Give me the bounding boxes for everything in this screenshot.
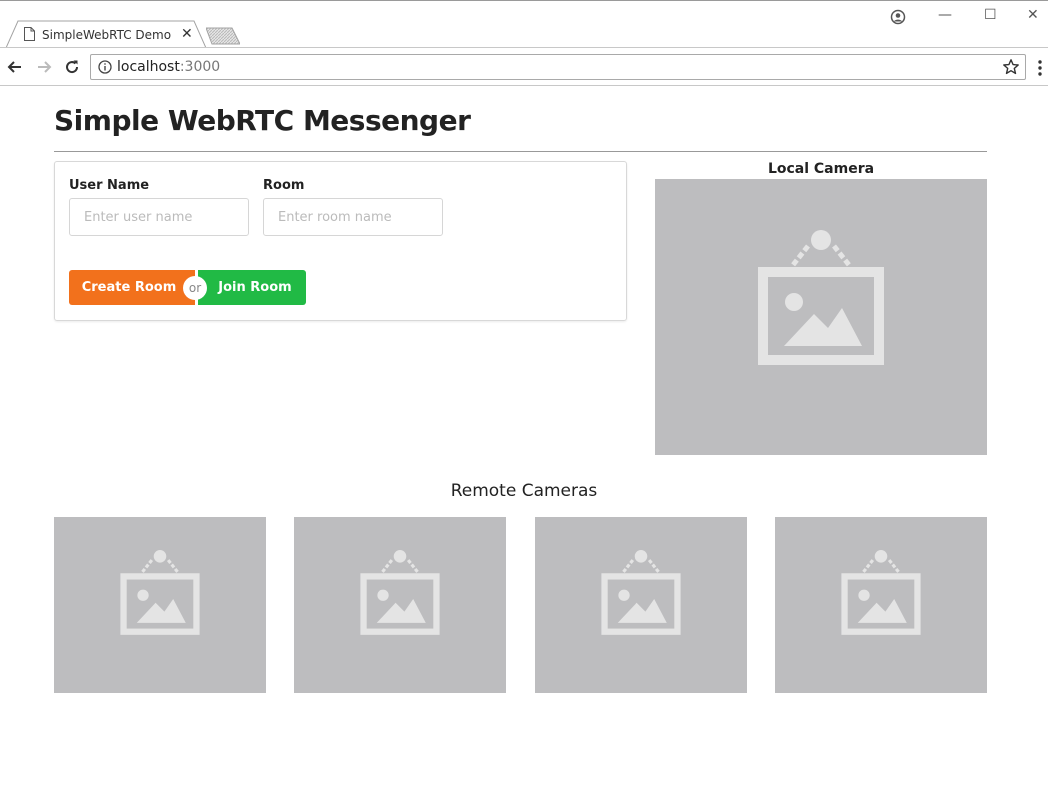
close-window-button[interactable]: ✕ <box>1027 7 1039 23</box>
page-title: Simple WebRTC Messenger <box>54 104 471 137</box>
page-content: Simple WebRTC Messenger User Name Room C… <box>0 86 1048 795</box>
star-icon[interactable] <box>1002 58 1020 76</box>
tab-close-icon[interactable]: ✕ <box>181 26 193 42</box>
username-label: User Name <box>69 178 150 193</box>
remote-camera-video <box>775 517 987 693</box>
room-input[interactable] <box>263 198 443 236</box>
maximize-button[interactable]: ☐ <box>984 7 997 23</box>
url-host: localhost <box>117 59 180 75</box>
image-placeholder-icon <box>120 550 200 635</box>
new-tab-button[interactable] <box>206 27 240 45</box>
image-placeholder-icon <box>601 550 681 635</box>
image-placeholder-icon <box>758 230 884 365</box>
image-placeholder-icon <box>841 550 921 635</box>
local-camera-video <box>655 179 987 455</box>
create-room-button[interactable]: Create Room <box>69 270 195 305</box>
tab-title: SimpleWebRTC Demo <box>42 28 172 42</box>
remote-camera-video <box>294 517 506 693</box>
remote-cameras-heading: Remote Cameras <box>450 481 598 501</box>
back-arrow-icon[interactable] <box>6 58 24 76</box>
remote-camera-video <box>535 517 747 693</box>
url-text: localhost:3000 <box>117 59 220 75</box>
join-room-button[interactable]: Join Room <box>198 270 306 305</box>
url-port: :3000 <box>179 59 221 75</box>
image-placeholder-icon <box>360 550 440 635</box>
header-divider <box>54 151 987 152</box>
document-icon <box>24 27 35 41</box>
reload-icon[interactable] <box>63 58 81 76</box>
local-camera-heading: Local Camera <box>767 161 875 177</box>
profile-icon[interactable] <box>890 9 906 25</box>
username-input[interactable] <box>69 198 249 236</box>
room-form: User Name Room Create Room Join Room or <box>54 161 627 321</box>
info-icon[interactable] <box>98 60 112 74</box>
forward-arrow-icon[interactable] <box>35 58 53 76</box>
remote-camera-video <box>54 517 266 693</box>
kebab-menu-icon[interactable] <box>1037 59 1043 77</box>
or-divider: or <box>183 276 207 300</box>
address-bar[interactable]: localhost:3000 <box>90 54 1026 80</box>
room-label: Room <box>263 178 305 193</box>
browser-toolbar: localhost:3000 <box>0 47 1048 86</box>
tab-strip: SimpleWebRTC Demo ✕ — ☐ ✕ <box>0 0 1048 48</box>
minimize-button[interactable]: — <box>938 7 952 23</box>
browser-chrome: SimpleWebRTC Demo ✕ — ☐ ✕ localhost:3000 <box>0 0 1048 86</box>
